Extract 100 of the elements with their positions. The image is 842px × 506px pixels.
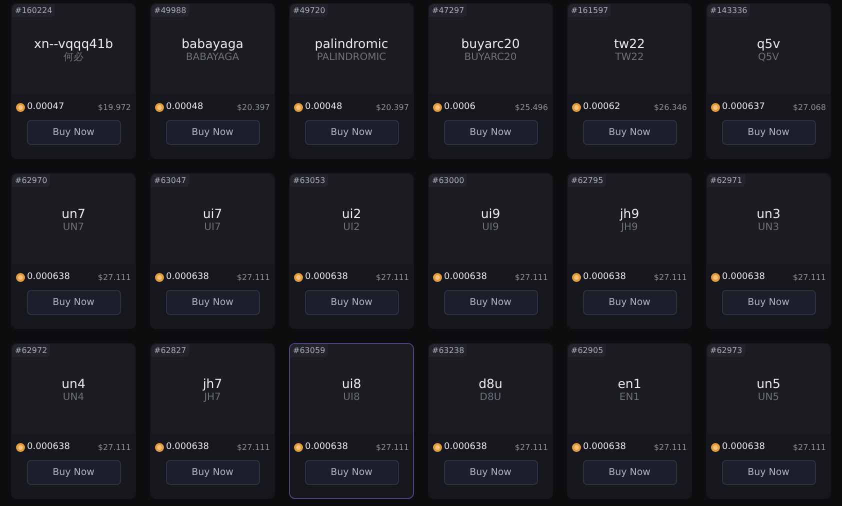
usd-price: $27.111 (98, 272, 131, 282)
token-card[interactable]: #63053 ui2 UI2 0.000638 $27.111 Buy Now (289, 173, 414, 329)
token-id: #63047 (151, 174, 190, 187)
usd-price: $27.111 (236, 272, 270, 282)
buy-now-button[interactable]: Buy Now (722, 460, 816, 485)
buy-now-button[interactable]: Buy Now (166, 290, 260, 315)
buy-now-button[interactable]: Buy Now (722, 290, 816, 315)
coin-icon (572, 272, 581, 282)
buy-now-button[interactable]: Buy Now (582, 290, 676, 315)
coin-icon (433, 442, 442, 452)
token-name: en1 (618, 376, 642, 391)
token-card[interactable]: #62905 en1 EN1 0.000638 $27.111 Buy Now (567, 343, 692, 499)
token-ticker: 何必 (64, 52, 84, 64)
token-ticker: TW22 (615, 52, 644, 64)
token-card[interactable]: #63000 ui9 UI9 0.000638 $27.111 Buy Now (428, 173, 553, 329)
token-ticker: EN1 (619, 392, 640, 404)
token-ticker: JH9 (621, 222, 638, 234)
token-card[interactable]: #63047 ui7 UI7 0.000638 $27.111 Buy Now (150, 173, 275, 329)
coin-icon (155, 102, 164, 112)
token-id: #63000 (429, 174, 468, 187)
buy-now-button[interactable]: Buy Now (26, 290, 120, 315)
coin-icon (711, 272, 720, 282)
token-name: babayaga (182, 36, 244, 51)
token-price: 0.00048 (166, 102, 204, 112)
token-ticker: UN3 (758, 222, 780, 234)
token-name: q5v (756, 36, 780, 51)
token-price: 0.00048 (305, 102, 342, 112)
token-name: buyarc20 (461, 36, 520, 51)
token-card[interactable]: #143336 q5v Q5V 0.000637 $27.068 Buy Now (706, 3, 831, 159)
token-card[interactable]: #62973 un5 UN5 0.000638 $27.111 Buy Now (706, 343, 831, 499)
buy-now-button[interactable]: Buy Now (444, 120, 538, 145)
token-name: ui7 (202, 206, 222, 221)
token-name: tw22 (614, 36, 646, 51)
token-id: #63238 (429, 344, 468, 357)
token-name: d8u (478, 376, 502, 391)
token-name: jh9 (620, 206, 640, 221)
buy-now-button[interactable]: Buy Now (26, 460, 120, 485)
token-price: 0.000638 (583, 272, 626, 282)
coin-icon (16, 102, 25, 112)
token-price: 0.0006 (444, 102, 476, 112)
token-id: #161597 (568, 4, 612, 17)
buy-now-button[interactable]: Buy Now (444, 290, 538, 315)
token-name: un3 (756, 206, 780, 221)
token-price: 0.000638 (27, 442, 70, 452)
token-name: un4 (62, 376, 86, 391)
token-card[interactable]: #49720 palindromic PALINDROMIC 0.00048 $20.397 Buy Now (289, 3, 414, 159)
token-card[interactable]: #161597 tw22 TW22 0.00062 $26.346 Buy Now (567, 3, 692, 159)
token-id: #62795 (568, 174, 606, 187)
buy-now-button[interactable]: Buy Now (304, 460, 398, 485)
token-price: 0.000638 (583, 442, 626, 452)
usd-price: $27.111 (792, 272, 826, 282)
token-card[interactable]: #63059 ui8 UI8 0.000638 $27.111 Buy Now (289, 343, 414, 499)
token-ticker: UI8 (343, 392, 360, 404)
token-id: #63053 (290, 174, 328, 187)
token-id: #62973 (707, 344, 746, 357)
token-id: #62827 (151, 344, 190, 357)
coin-icon (572, 442, 581, 452)
token-card[interactable]: #49988 babayaga BABAYAGA 0.00048 $20.397 Buy Now (150, 3, 275, 159)
usd-price: $27.111 (654, 442, 687, 452)
buy-now-button[interactable]: Buy Now (26, 120, 120, 145)
token-ticker: UN4 (62, 392, 84, 404)
token-name: jh7 (202, 376, 222, 391)
token-card[interactable]: #62972 un4 UN4 0.000638 $27.111 Buy Now (11, 343, 136, 499)
buy-now-button[interactable]: Buy Now (304, 290, 398, 315)
token-ticker: BABAYAGA (186, 52, 240, 64)
buy-now-button[interactable]: Buy Now (444, 460, 538, 485)
token-card[interactable]: #62971 un3 UN3 0.000638 $27.111 Buy Now (706, 173, 831, 329)
token-id: #49988 (151, 4, 190, 17)
usd-price: $25.496 (514, 102, 548, 112)
token-card[interactable]: #63238 d8u D8U 0.000638 $27.111 Buy Now (428, 343, 553, 499)
usd-price: $27.111 (376, 442, 409, 452)
token-price: 0.000638 (27, 272, 70, 282)
buy-now-button[interactable]: Buy Now (582, 120, 676, 145)
buy-now-button[interactable]: Buy Now (304, 120, 398, 145)
coin-icon (16, 272, 25, 282)
buy-now-button[interactable]: Buy Now (166, 120, 260, 145)
token-price: 0.00062 (583, 102, 620, 112)
usd-price: $26.346 (654, 102, 687, 112)
token-ticker: JH7 (204, 392, 221, 404)
token-ticker: PALINDROMIC (316, 52, 386, 64)
coin-icon (433, 102, 442, 112)
usd-price: $27.111 (98, 442, 131, 452)
usd-price: $27.111 (792, 442, 826, 452)
coin-icon (16, 442, 25, 452)
token-id: #160224 (12, 4, 56, 17)
token-card[interactable]: #62795 jh9 JH9 0.000638 $27.111 Buy Now (567, 173, 692, 329)
buy-now-button[interactable]: Buy Now (722, 120, 816, 145)
token-name: ui9 (480, 206, 500, 221)
usd-price: $27.111 (376, 272, 409, 282)
buy-now-button[interactable]: Buy Now (166, 460, 260, 485)
token-card[interactable]: #47297 buyarc20 BUYARC20 0.0006 $25.496 Buy Now (428, 3, 553, 159)
token-id: #62971 (707, 174, 746, 187)
token-card[interactable]: #160224 xn--vqqq41b 何必 0.00047 $19.972 Buy Now (11, 3, 136, 159)
token-price: 0.000638 (305, 442, 348, 452)
usd-price: $20.397 (236, 102, 270, 112)
token-price: 0.000638 (722, 272, 765, 282)
buy-now-button[interactable]: Buy Now (582, 460, 676, 485)
token-card[interactable]: #62827 jh7 JH7 0.000638 $27.111 Buy Now (150, 343, 275, 499)
token-ticker: Q5V (758, 52, 780, 64)
token-card[interactable]: #62970 un7 UN7 0.000638 $27.111 Buy Now (11, 173, 136, 329)
